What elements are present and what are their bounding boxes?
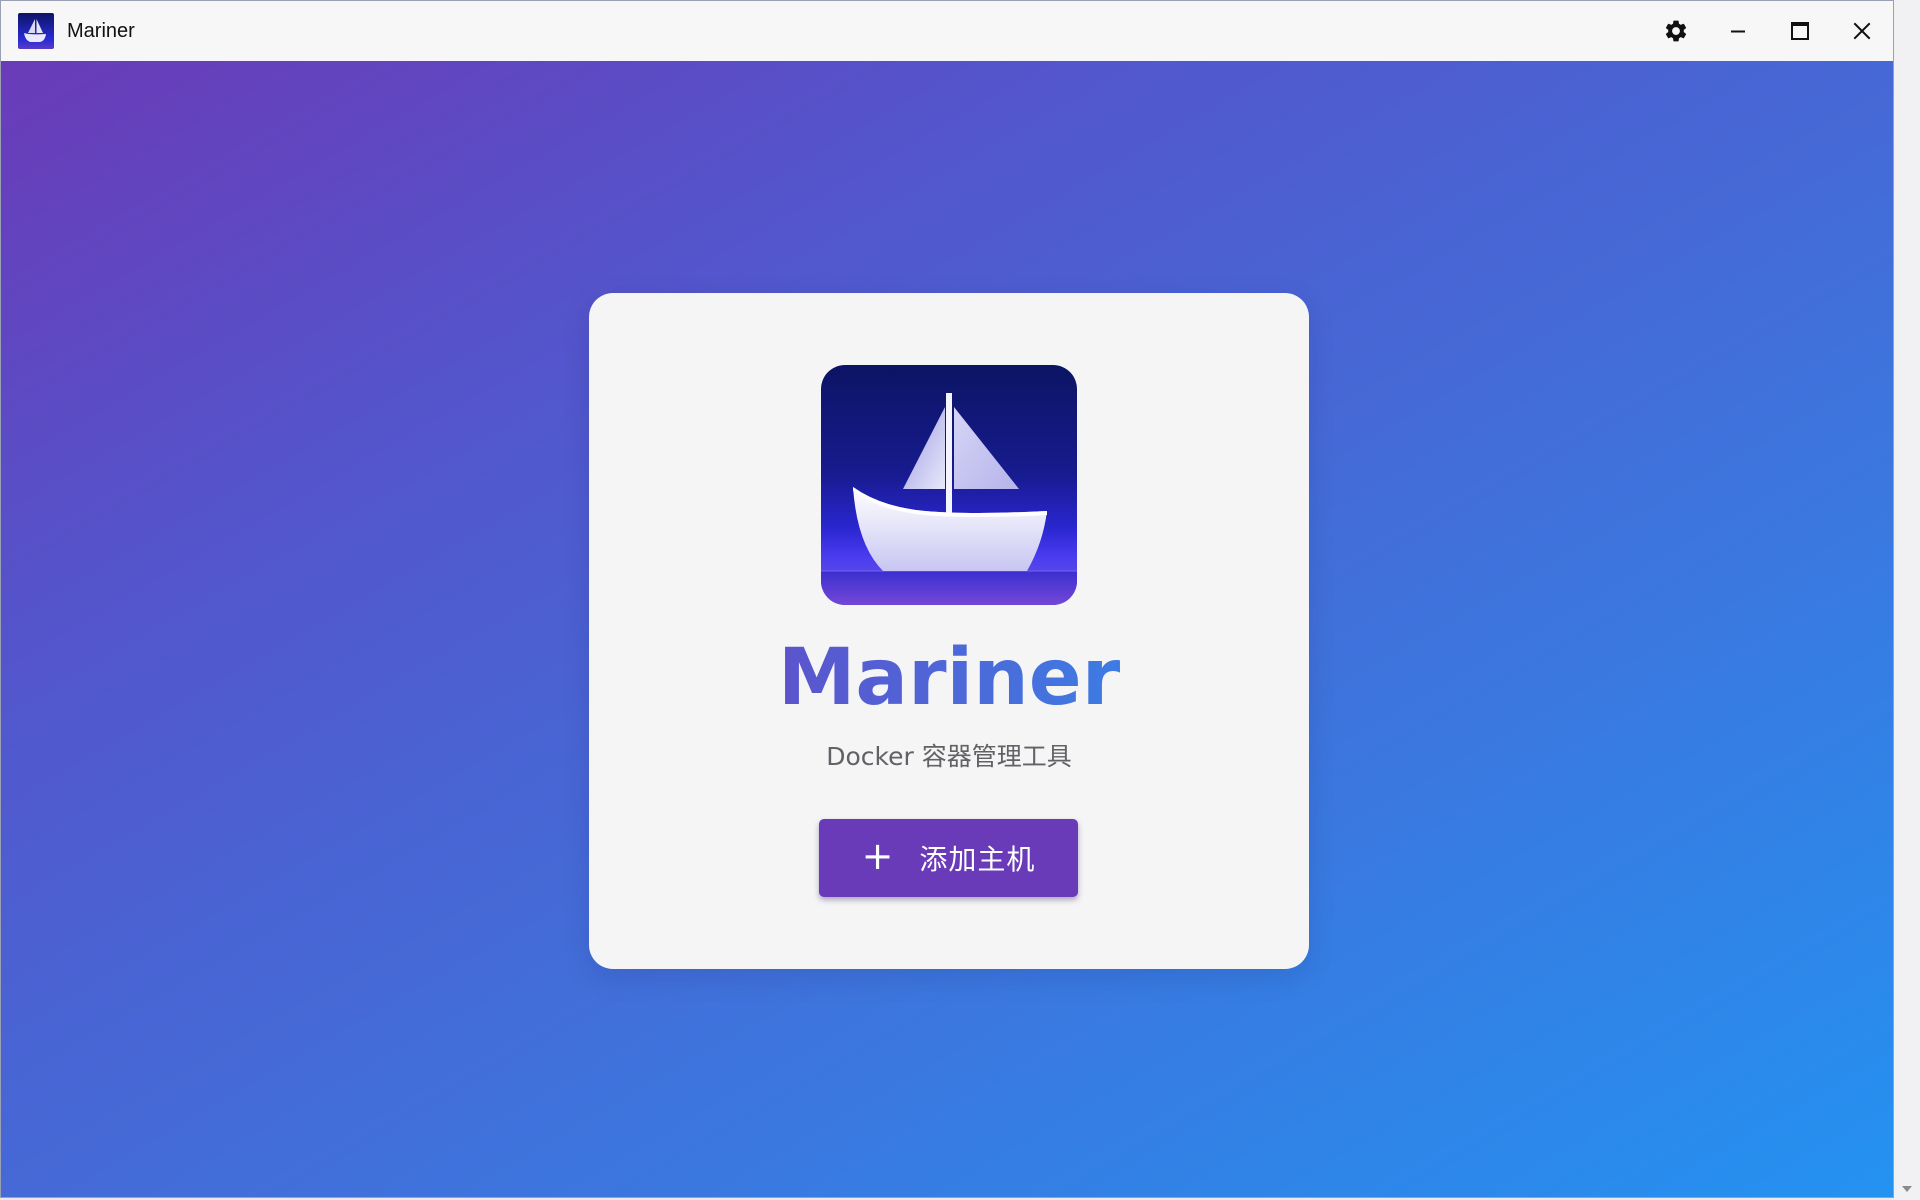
maximize-button[interactable] bbox=[1769, 1, 1831, 61]
window-title: Mariner bbox=[67, 19, 135, 42]
app-subtitle: Docker 容器管理工具 bbox=[826, 742, 1072, 771]
settings-button[interactable] bbox=[1645, 1, 1707, 61]
minimize-icon bbox=[1731, 30, 1745, 33]
app-name-heading: Mariner bbox=[589, 633, 1309, 723]
page-scrollbar[interactable] bbox=[1894, 0, 1920, 1200]
gear-icon bbox=[1665, 20, 1687, 42]
sailboat-icon bbox=[18, 13, 54, 49]
welcome-card: Mariner Docker 容器管理工具 + 添加主机 bbox=[589, 293, 1309, 969]
sailboat-logo bbox=[821, 365, 1077, 605]
close-button[interactable] bbox=[1831, 1, 1893, 61]
main-content: Mariner Docker 容器管理工具 + 添加主机 bbox=[1, 61, 1893, 1197]
maximize-icon bbox=[1791, 22, 1809, 40]
add-host-label: 添加主机 bbox=[919, 843, 1036, 876]
plus-icon: + bbox=[861, 834, 894, 878]
minimize-button[interactable] bbox=[1707, 1, 1769, 61]
app-window: Mariner Mariner Docker 容器管理工具 + 添加主机 bbox=[0, 0, 1894, 1198]
title-bar[interactable]: Mariner bbox=[1, 1, 1893, 61]
close-icon bbox=[1853, 22, 1871, 40]
add-host-button[interactable]: + 添加主机 bbox=[819, 819, 1078, 897]
scroll-down-arrow-icon[interactable] bbox=[1902, 1186, 1912, 1192]
